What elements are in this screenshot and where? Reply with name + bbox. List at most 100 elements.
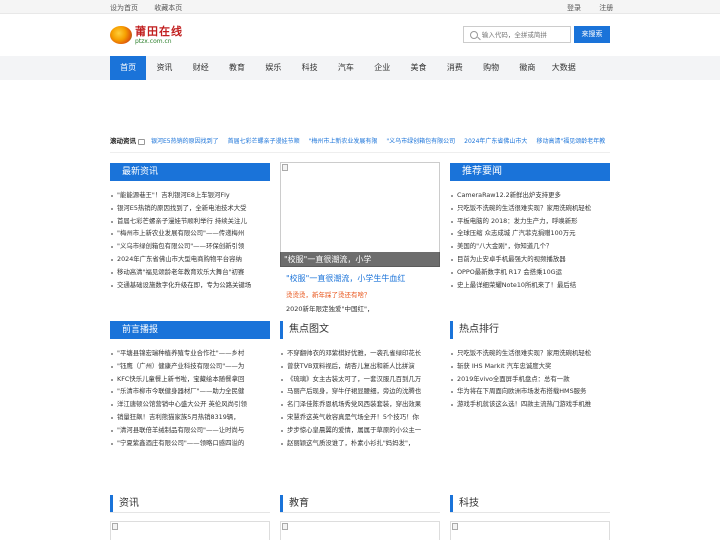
login-link[interactable]: 登录 <box>567 4 581 12</box>
broken-image-icon <box>112 523 118 530</box>
site-logo[interactable]: 莆田在线 ptzx.com.cn <box>110 24 183 46</box>
logo-domain: ptzx.com.cn <box>135 37 172 45</box>
list-item[interactable]: "钰鹰（广州）健康产业科技有限公司"——为 <box>110 360 270 373</box>
section-rule <box>110 512 270 513</box>
list-item[interactable]: 移动高清"福见颂龄老年教育欢乐大舞台"初赛 <box>110 266 270 279</box>
feature-subheadline[interactable]: 烫烫烫，新年踩了烫还有啥？ <box>286 289 371 299</box>
list-item[interactable]: 只吃饭不洗碗的生活很难实现？家用洗碗机轻松 <box>450 347 610 360</box>
list-item[interactable]: 银河E5热销的原因找到了，全新电池技术大受 <box>110 202 270 215</box>
list-item[interactable]: 名门泽佳陈乔恩机场秀党风西装套装，穿出效果 <box>280 398 440 411</box>
set-homepage-link[interactable]: 设为首页 <box>110 4 138 12</box>
focus-list: 不穿翻帅衣的邓紫棋好优雅，一袭孔雀绿印花长 曾获TVB双料视后，胡杏儿复出和新人… <box>280 347 440 449</box>
list-item[interactable]: 2024年广东省佛山市大型电商购物平台容纳 <box>110 253 270 266</box>
list-item[interactable]: 宋慧乔这英气收容真是气场全开！5个技巧！你 <box>280 411 440 424</box>
ticker-item[interactable]: 银河E5热销的原因找到了 <box>151 138 219 145</box>
nav-item-education[interactable]: 教育 <box>219 56 255 80</box>
divider <box>110 152 610 153</box>
nav-item-huishang[interactable]: 徽商 <box>509 56 545 80</box>
nav-item-food[interactable]: 美食 <box>400 56 436 80</box>
section-tech-image[interactable] <box>450 521 610 540</box>
ranking-header: 热点排行 <box>450 321 610 339</box>
list-item[interactable]: "宁夏紫鑫酒庄有限公司"——领略口感四溢的 <box>110 437 270 450</box>
nav-item-finance[interactable]: 财经 <box>183 56 219 80</box>
section-news-header: 资讯 <box>110 495 270 513</box>
top-links-left: 设为首页 收藏本页 <box>110 3 196 13</box>
nav-item-auto[interactable]: 汽车 <box>328 56 364 80</box>
logo-emblem-icon <box>110 26 132 44</box>
list-item[interactable]: 首届七彩芒螺亲子漫娃节顺利举行 持续关注儿 <box>110 215 270 228</box>
ticker-item[interactable]: "梅州市上新农业发展有限 <box>309 138 378 145</box>
list-item[interactable]: 《琉璃》女主古装太可了，一套汉服几百到几万 <box>280 373 440 386</box>
feature-caption[interactable]: "校服"一直很潮流，小学 <box>280 252 440 267</box>
list-item[interactable]: 曾获TVB双料视后，胡杏儿复出和新人比拼演 <box>280 360 440 373</box>
list-item[interactable]: 洋江唐顿公馆营销中心盛大公开 英伦风尚引领 <box>110 398 270 411</box>
section-education-image[interactable] <box>280 521 440 540</box>
list-item[interactable]: "梅州市上新农业发展有限公司"——传递梅州 <box>110 227 270 240</box>
feature-extra[interactable]: 2020新年限定独爱"中国红"， <box>286 303 374 313</box>
section-news-image[interactable] <box>110 521 270 540</box>
list-item[interactable]: "平塘县锦宏瑞种植养殖专业合作社"——乡村 <box>110 347 270 360</box>
list-item[interactable]: 目前为止安卓手机最强大的视频播放器 <box>450 253 610 266</box>
nav-item-news[interactable]: 资讯 <box>146 56 182 80</box>
speaker-icon <box>138 138 145 145</box>
ticker-item[interactable]: 移动高清"福见颂龄老年教 <box>536 138 605 145</box>
list-item[interactable]: 华为将在下周面向欧洲市场发布搭载HMS服务 <box>450 385 610 398</box>
ticker-item[interactable]: 首届七彩芒螺亲子漫娃节顺 <box>228 138 300 145</box>
main-nav-bar: 首页 资讯 财经 教育 娱乐 科技 汽车 企业 美食 消费 购物 徽商 大数据 <box>0 56 720 80</box>
list-item[interactable]: 只吃饭不洗碗的生活很难实现？家用洗碗机轻松 <box>450 202 610 215</box>
search-button[interactable]: 来搜索 <box>574 26 610 43</box>
list-item[interactable]: "义乌市绿创箱包有限公司"——环保创新引领 <box>110 240 270 253</box>
list-item[interactable]: "能能源巷王"！吉利银河E8上车银河Fly <box>110 189 270 202</box>
list-item[interactable]: 斩获 IHS Markit 汽车忠诚度大奖 <box>450 360 610 373</box>
list-item[interactable]: 史上最详细荣耀Note10所机来了！最后结 <box>450 279 610 292</box>
broken-image-icon <box>282 523 288 530</box>
section-tech-title[interactable]: 科技 <box>459 498 479 509</box>
latest-news-header: 最新资讯 <box>110 163 270 181</box>
latest-news-title: 最新资讯 <box>122 167 159 177</box>
focus-title: 焦点图文 <box>289 324 329 335</box>
list-item[interactable]: 不穿翻帅衣的邓紫棋好优雅，一袭孔雀绿印花长 <box>280 347 440 360</box>
feature-headline[interactable]: "校服"一直很潮流，小学生牛血红 <box>286 273 405 284</box>
ticker-item[interactable]: "义乌市绿创箱包有限公司 <box>386 138 455 145</box>
recommended-header: 推荐要闻 <box>450 163 610 181</box>
section-tech-header: 科技 <box>450 495 610 513</box>
broken-image-icon <box>282 164 288 171</box>
list-item[interactable]: "清河县联倍羊绒制品有限公司"——让时尚与 <box>110 424 270 437</box>
list-item[interactable]: 赵丽颖这气质没谁了，朴素小衫扎"妈妈发"， <box>280 437 440 450</box>
list-item[interactable]: 马丽产后现身，穿牛仔裙显腰细，旁边的沈腾也 <box>280 385 440 398</box>
nav-item-bigdata[interactable]: 大数据 <box>546 56 582 80</box>
list-item[interactable]: KFC快乐儿童餐上新书啦，宝藏绘本随餐拿回 <box>110 373 270 386</box>
register-link[interactable]: 注册 <box>599 4 613 12</box>
list-item[interactable]: "乐清市柳市今联健身器材厂"——助力全民健 <box>110 385 270 398</box>
list-item[interactable]: CameraRaw12.2新鲜出炉支持更多 <box>450 189 610 202</box>
latest-news-list: "能能源巷王"！吉利银河E8上车银河Fly 银河E5热销的原因找到了，全新电池技… <box>110 189 270 291</box>
nav-item-entertainment[interactable]: 娱乐 <box>255 56 291 80</box>
section-rule <box>450 512 610 513</box>
nav-item-consumer[interactable]: 消费 <box>437 56 473 80</box>
list-item[interactable]: 步步惊心皇晨翼的爱情，属属于草原的小公主一 <box>280 424 440 437</box>
list-item[interactable]: 2019年vivo全面屏手机盘点：总有一款 <box>450 373 610 386</box>
section-news-title[interactable]: 资讯 <box>119 498 139 509</box>
list-item[interactable]: OPPO最新数字机 R17 会搭乘10G运 <box>450 266 610 279</box>
list-item[interactable]: 游戏手机就该这么选！四款主流热门游戏手机推 <box>450 398 610 411</box>
ranking-list: 只吃饭不洗碗的生活很难实现？家用洗碗机轻松 斩获 IHS Markit 汽车忠诚… <box>450 347 610 411</box>
ranking-title: 热点排行 <box>459 324 499 335</box>
prelude-title: 前言播报 <box>122 325 159 335</box>
list-item[interactable]: 全球压缩 众志成城 广汽菲克捐赠100万元 <box>450 227 610 240</box>
ticker-item[interactable]: 2024年广东省佛山市大 <box>464 138 527 145</box>
nav-item-enterprise[interactable]: 企业 <box>364 56 400 80</box>
section-education-title[interactable]: 教育 <box>289 498 309 509</box>
list-item[interactable]: 美国的"八大金刚"，你知道几个？ <box>450 240 610 253</box>
nav-item-shopping[interactable]: 购物 <box>473 56 509 80</box>
bookmark-link[interactable]: 收藏本页 <box>154 4 182 12</box>
list-item[interactable]: 交通基础设施数字化升级在即，专为公路关键场 <box>110 279 270 292</box>
search-input[interactable] <box>481 30 570 39</box>
nav-item-tech[interactable]: 科技 <box>291 56 327 80</box>
focus-header: 焦点图文 <box>280 321 440 339</box>
broken-image-icon <box>452 523 458 530</box>
nav-item-home[interactable]: 首页 <box>110 56 147 80</box>
list-item[interactable]: 销量狂飙！吉利熊猫家族5月热销8319辆， <box>110 411 270 424</box>
list-item[interactable]: 平板电脑的 2018：发力生产力，呼唤新形 <box>450 215 610 228</box>
main-nav: 首页 资讯 财经 教育 娱乐 科技 汽车 企业 美食 消费 购物 徽商 大数据 <box>110 56 582 80</box>
search-box <box>463 26 571 43</box>
